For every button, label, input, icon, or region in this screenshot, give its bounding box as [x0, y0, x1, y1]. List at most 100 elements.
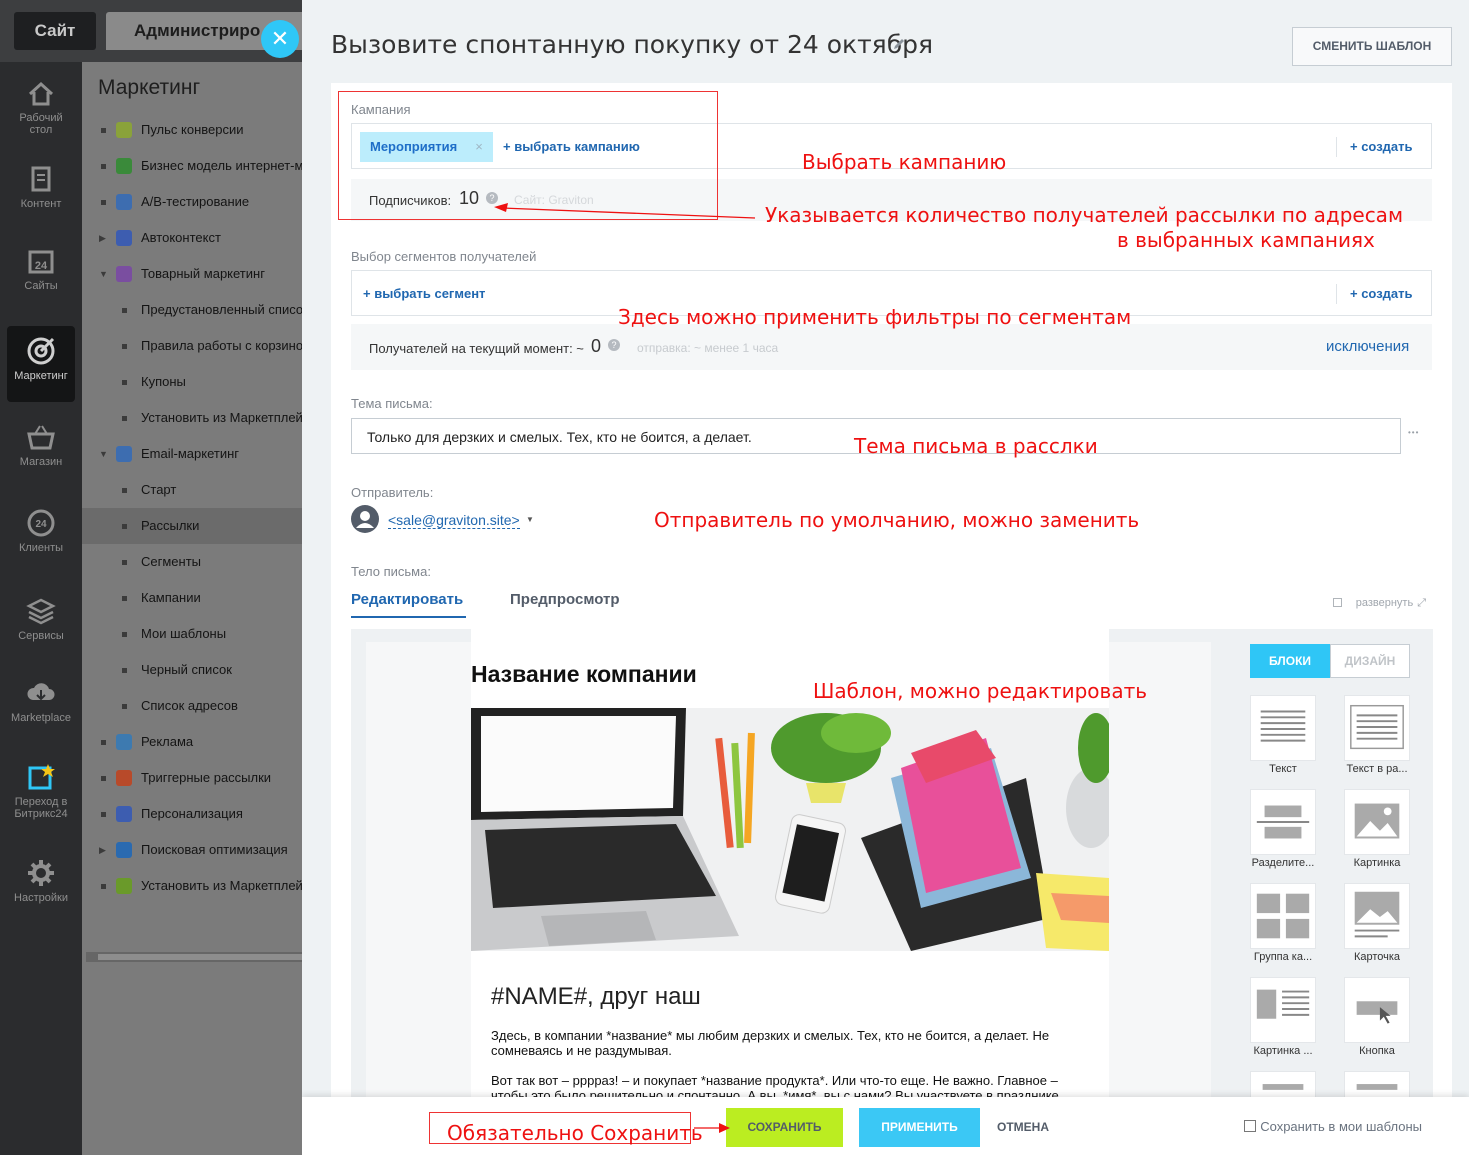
apply-button[interactable]: ПРИМЕНИТЬ	[859, 1108, 980, 1147]
exclusions-link[interactable]: исключения	[1326, 338, 1409, 355]
menu-item[interactable]: Купоны	[82, 364, 302, 400]
pencil-icon[interactable]	[892, 37, 906, 51]
menu-item[interactable]: ▼ Товарный маркетинг	[82, 256, 302, 292]
sidebar-item-target[interactable]: Маркетинг	[7, 326, 75, 402]
chevron-down-icon[interactable]: ▼	[99, 436, 108, 472]
save-button[interactable]: СОХРАНИТЬ	[726, 1108, 843, 1147]
block-thumbnail[interactable]	[1344, 695, 1410, 761]
block-tile[interactable]	[1344, 1071, 1410, 1099]
chevron-down-icon[interactable]: ▼	[99, 256, 108, 292]
tab-site[interactable]: Сайт	[14, 12, 96, 50]
block-thumbnail[interactable]	[1344, 789, 1410, 855]
tab-design[interactable]: ДИЗАЙН	[1330, 644, 1410, 678]
help-icon[interactable]: ?	[608, 339, 620, 351]
cancel-button[interactable]: ОТМЕНА	[997, 1108, 1049, 1147]
menu-item[interactable]: Черный список	[82, 652, 302, 688]
block-thumbnail[interactable]	[1250, 695, 1316, 761]
chevron-right-icon[interactable]: ▶	[99, 220, 106, 256]
menu-item[interactable]: Мои шаблоны	[82, 616, 302, 652]
bullet-icon	[122, 416, 127, 421]
block-tile[interactable]: Кнопка	[1344, 977, 1410, 1057]
menu-item[interactable]: Персонализация	[82, 796, 302, 832]
change-template-button[interactable]: СМЕНИТЬ ШАБЛОН	[1292, 27, 1452, 66]
block-thumbnail[interactable]	[1250, 789, 1316, 855]
email-paragraph[interactable]: Вот так вот – ррррaз! – и покупает *назв…	[491, 1073, 1081, 1099]
percent-icon	[116, 266, 132, 282]
block-label: Группа ка...	[1253, 951, 1313, 963]
sidebar-item-home[interactable]: Рабочий стол	[7, 68, 75, 144]
hero-image[interactable]	[471, 708, 1109, 951]
block-tile[interactable]: Группа ка...	[1250, 883, 1316, 963]
menu-item[interactable]: Кампании	[82, 580, 302, 616]
sidebar-item-basket[interactable]: Магазин	[7, 412, 75, 488]
block-label: Карточка	[1353, 951, 1401, 963]
email-greeting[interactable]: #NAME#, друг наш	[491, 983, 701, 1011]
menu-item[interactable]: Пульс конверсии	[82, 112, 302, 148]
menu-item[interactable]: Список адресов	[82, 688, 302, 724]
bullet-icon	[122, 596, 127, 601]
block-tile[interactable]: Текст	[1250, 695, 1316, 775]
sidebar-item-gear[interactable]: Настройки	[7, 848, 75, 924]
menu-item[interactable]: Старт	[82, 472, 302, 508]
block-tile[interactable]	[1250, 1071, 1316, 1099]
tab-blocks[interactable]: БЛОКИ	[1250, 644, 1330, 678]
sidebar-item-clients-24[interactable]: 24 Клиенты	[7, 498, 75, 574]
avatar-icon	[351, 505, 379, 533]
sidebar-item-layers[interactable]: Сервисы	[7, 586, 75, 662]
menu-item[interactable]: Бизнес модель интернет-м	[82, 148, 302, 184]
sidebar-item-cloud-download[interactable]: Marketplace	[7, 668, 75, 744]
block-label: Картинка ...	[1253, 1045, 1313, 1057]
menu-item[interactable]: ▶ Автоконтекст	[82, 220, 302, 256]
sidebar-item-bitrix24[interactable]: Переход в Битрикс24	[7, 752, 75, 828]
menu-item[interactable]: A/B-тестирование	[82, 184, 302, 220]
more-icon[interactable]: •••	[1408, 428, 1419, 437]
chevron-right-icon[interactable]: ▶	[99, 832, 106, 868]
scrollbar-thumb[interactable]	[98, 954, 302, 960]
close-slider-button[interactable]: ✕	[261, 20, 299, 58]
menu-item-label: Сегменты	[141, 554, 202, 569]
block-thumbnail[interactable]	[1344, 883, 1410, 949]
layers-icon	[26, 598, 56, 625]
block-thumbnail[interactable]	[1250, 883, 1316, 949]
block-tile[interactable]: Разделите...	[1250, 789, 1316, 869]
save-to-templates-checkbox[interactable]: Сохранить в мои шаблоны	[1244, 1119, 1422, 1134]
block-tile[interactable]: Карточка	[1344, 883, 1410, 963]
menu-item[interactable]: Реклама	[82, 724, 302, 760]
menu-item[interactable]: Рассылки	[82, 508, 302, 544]
annotation-save: Обязательно Сохранить	[447, 1121, 703, 1145]
menu-item-label: Установить из Маркетплей	[141, 878, 302, 893]
menu-item[interactable]: ▶ Поисковая оптимизация	[82, 832, 302, 868]
block-tile[interactable]: Картинка ...	[1250, 977, 1316, 1057]
copy-icon[interactable]	[1332, 598, 1342, 607]
menu-scrollbar[interactable]	[86, 952, 302, 962]
tab-preview[interactable]: Предпросмотр	[510, 591, 620, 608]
create-segment-link[interactable]: + создать	[1350, 286, 1413, 301]
menu-item[interactable]: ▼ Email-маркетинг	[82, 436, 302, 472]
sender-select[interactable]: <sale@graviton.site>	[388, 512, 520, 529]
menu-item[interactable]: Установить из Маркетплей	[82, 400, 302, 436]
block-thumbnail[interactable]	[1250, 1071, 1316, 1099]
ab-test-icon	[116, 194, 132, 210]
menu-item[interactable]: Сегменты	[82, 544, 302, 580]
block-tile[interactable]: Текст в ра...	[1344, 695, 1410, 775]
tab-edit[interactable]: Редактировать	[351, 591, 463, 608]
block-thumbnail[interactable]	[1250, 977, 1316, 1043]
sidebar-item-calendar-24[interactable]: 24 Сайты	[7, 236, 75, 312]
choose-segment-link[interactable]: + выбрать сегмент	[363, 286, 485, 301]
menu-item[interactable]: Установить из Маркетплей	[82, 868, 302, 904]
menu-item[interactable]: Предустановленный списо	[82, 292, 302, 328]
menu-item[interactable]: Триггерные рассылки	[82, 760, 302, 796]
sidebar-item-label: Marketplace	[11, 712, 71, 724]
block-thumbnail[interactable]	[1344, 977, 1410, 1043]
create-campaign-link[interactable]: + создать	[1350, 139, 1413, 154]
checkbox-icon[interactable]	[1244, 1120, 1257, 1132]
block-thumbnail[interactable]	[1344, 1071, 1410, 1099]
subject-value: Только для дерзких и смелых. Тех, кто не…	[367, 429, 752, 445]
expand-control[interactable]: развернуть ⤢	[1332, 597, 1426, 610]
sidebar-item-document[interactable]: Контент	[7, 154, 75, 230]
menu-item[interactable]: Правила работы с корзино	[82, 328, 302, 364]
block-tile[interactable]: Картинка	[1344, 789, 1410, 869]
email-paragraph[interactable]: Здесь, в компании *название* мы любим де…	[491, 1028, 1081, 1058]
chevron-down-icon[interactable]: ▼	[526, 515, 534, 524]
company-name[interactable]: Название компании	[471, 661, 697, 688]
